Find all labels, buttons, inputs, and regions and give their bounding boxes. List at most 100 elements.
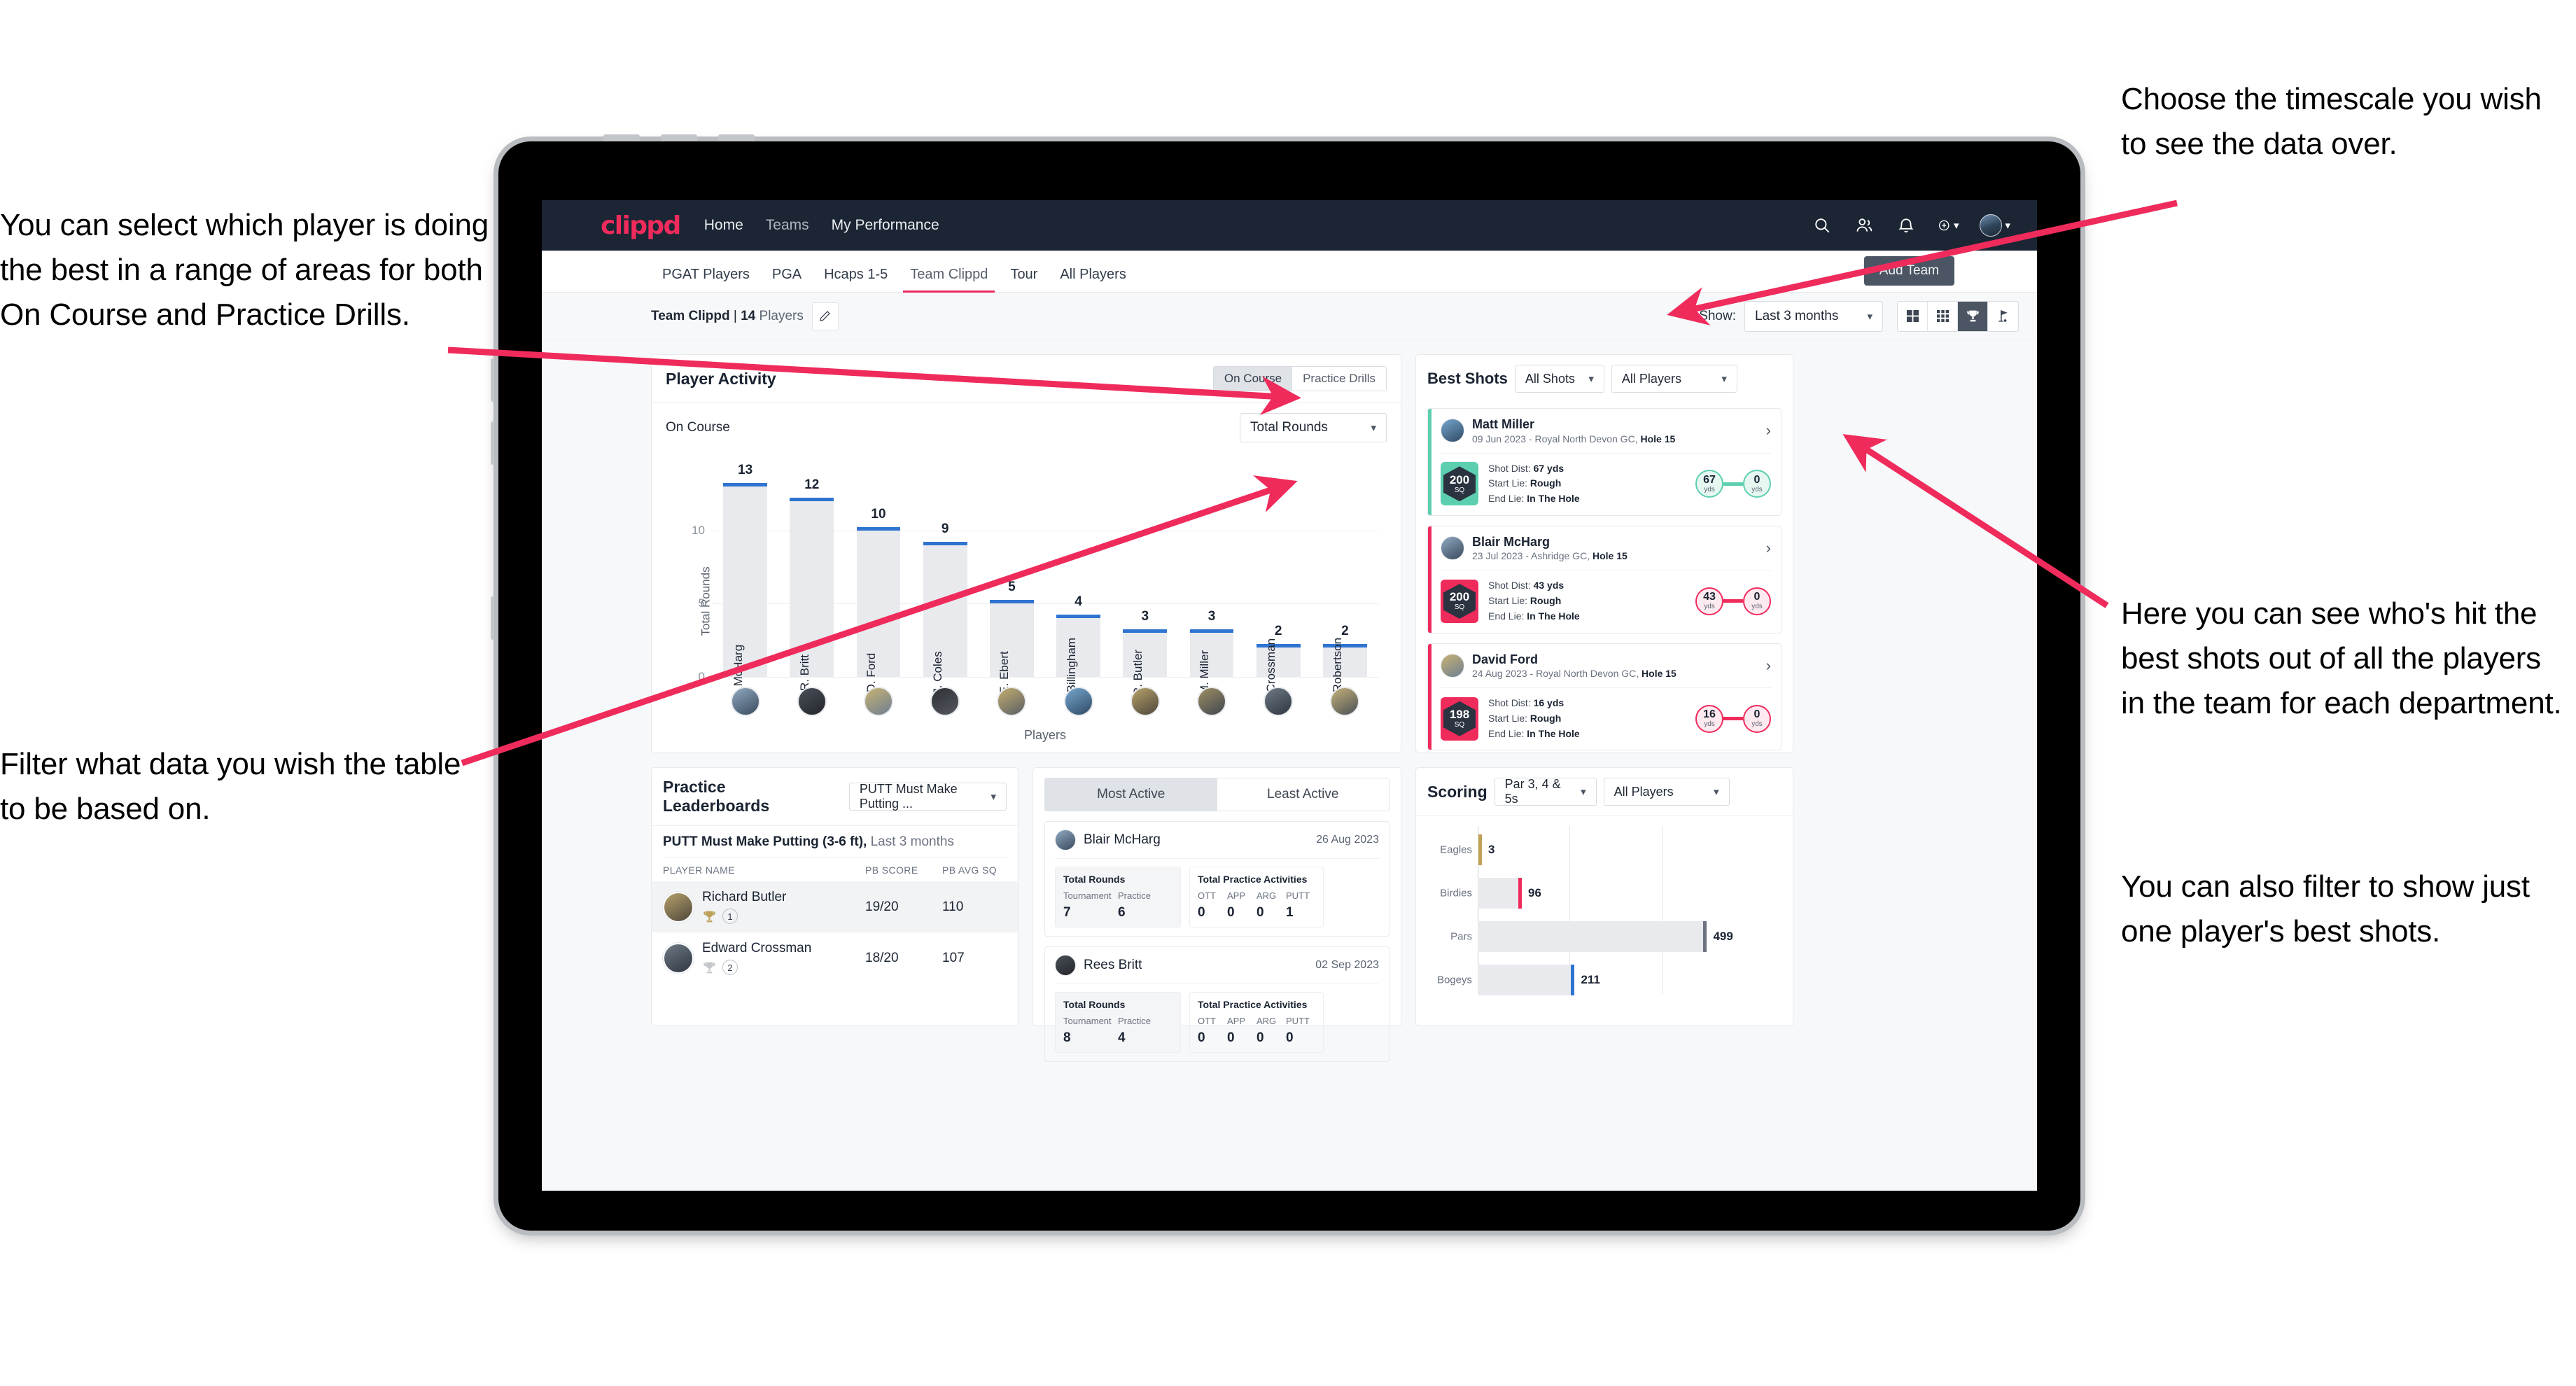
tab-tour[interactable]: Tour (999, 267, 1049, 292)
chart-bar[interactable]: 9 J. Coles (923, 522, 967, 694)
activity-card: Most Active Least Active Blair McHarg 26 … (1032, 767, 1401, 1062)
bar-cap (1123, 629, 1168, 634)
tab-pga[interactable]: PGA (761, 267, 813, 292)
plus-circle-icon[interactable]: ▾ (1938, 215, 1959, 236)
activity-player-name: Rees Britt (1084, 958, 1142, 972)
chart-bar[interactable]: 5 E. Ebert (989, 580, 1034, 694)
view-toggle-grid-large[interactable] (1898, 301, 1928, 331)
best-shot-card[interactable]: David Ford 24 Aug 2023 - Royal North Devo… (1427, 643, 1782, 751)
shot-quality-badge: 198 SQ (1441, 696, 1478, 741)
leaderboard-column-headers: PLAYER NAME PB SCORE PB AVG SQ (652, 858, 1018, 881)
practice-value: 0 (1286, 1030, 1294, 1045)
player-activity-chart: Total Rounds 0 5 10 13 B. McHarg 12 R. Britt 10… (667, 449, 1385, 752)
tab-team-clippd[interactable]: Team Clippd (899, 267, 999, 293)
clippd-logo[interactable]: clippd (601, 211, 681, 240)
player-avatar[interactable] (1130, 687, 1160, 716)
table-row[interactable]: Richard Butler 1 19/20 110 (652, 881, 1018, 932)
timescale-select[interactable]: Last 3 months ▾ (1744, 300, 1883, 332)
search-icon[interactable] (1812, 215, 1833, 236)
practice-value: 0 (1227, 905, 1235, 920)
nav-link-my-performance[interactable]: My Performance (832, 217, 939, 234)
view-toggle-flag[interactable] (1988, 301, 2018, 331)
bar-value-label: 5 (1008, 580, 1016, 595)
bar-cap (1256, 644, 1301, 648)
people-icon[interactable] (1854, 215, 1875, 236)
shot-player-name: Blair McHarg (1472, 534, 1550, 549)
player-avatar[interactable] (1264, 687, 1294, 716)
rounds-header: Practice (1118, 890, 1151, 901)
best-shot-card[interactable]: Blair McHarg 23 Jul 2023 - Ashridge GC, H… (1427, 525, 1782, 634)
drill-subtitle-name: PUTT Must Make Putting (3-6 ft), (663, 834, 867, 849)
team-label: Team Clippd | 14 Players (651, 309, 804, 324)
tab-hcaps-1-5[interactable]: Hcaps 1-5 (813, 267, 899, 292)
scoring-par-filter[interactable]: Par 3, 4 & 5s ▾ (1494, 777, 1597, 806)
chevron-right-icon[interactable]: › (1766, 657, 1771, 675)
toggle-on-course[interactable]: On Course (1213, 367, 1293, 391)
view-toggle-grid-small[interactable] (1928, 301, 1958, 331)
practice-header: ARG (1256, 890, 1277, 901)
device-button-side-2 (491, 421, 494, 465)
drill-select[interactable]: PUTT Must Make Putting ... ▾ (848, 782, 1007, 811)
annotation-best-shots: Here you can see who's hit the best shot… (2121, 596, 2562, 720)
toggle-practice-drills[interactable]: Practice Drills (1292, 367, 1386, 391)
activity-entry-card[interactable]: Blair McHarg 26 Aug 2023 Total Rounds Tourn… (1044, 821, 1390, 937)
shot-meta: 24 Aug 2023 - Royal North Devon GC, Hole… (1472, 668, 1676, 679)
tab-pgat-players[interactable]: PGAT Players (651, 267, 761, 292)
player-avatar[interactable] (997, 687, 1027, 716)
edit-team-button[interactable] (811, 302, 839, 330)
chart-y-tick: 0 (698, 670, 705, 683)
chart-bar[interactable]: 12 R. Britt (790, 477, 834, 691)
chart-bar[interactable]: 4 D. Billingham (1056, 594, 1100, 708)
player-avatar[interactable] (730, 687, 760, 716)
tab-least-active[interactable]: Least Active (1217, 778, 1389, 811)
bell-icon[interactable] (1896, 215, 1917, 236)
chart-bar[interactable]: 10 D. Ford (856, 507, 901, 692)
add-team-button[interactable]: Add Team (1863, 256, 1954, 286)
scoring-bar[interactable]: 499 (1478, 921, 1733, 952)
chevron-down-icon: ▾ (1953, 220, 1959, 232)
rounds-value: 4 (1118, 1030, 1126, 1045)
timescale-value: Last 3 months (1755, 308, 1839, 323)
device-button-side-1 (491, 358, 494, 402)
team-name: Team Clippd (651, 308, 730, 323)
chart-bar[interactable]: 13 B. McHarg (723, 463, 767, 701)
best-shots-shot-filter[interactable]: All Shots ▾ (1514, 365, 1604, 393)
nav-link-home[interactable]: Home (704, 217, 743, 234)
player-avatar[interactable] (864, 687, 893, 716)
practice-header: APP (1227, 890, 1246, 901)
chart-bar[interactable]: 2 E. Crossman (1256, 624, 1301, 707)
scoring-bar[interactable]: 211 (1478, 965, 1600, 995)
shot-distance-diagram: 16 yds 0 yds (1695, 704, 1771, 733)
chart-controls: On Course Total Rounds ▾ (652, 403, 1401, 442)
chart-bar[interactable]: 3 R. Butler (1123, 609, 1168, 696)
chevron-right-icon[interactable]: › (1766, 421, 1771, 440)
player-avatar[interactable] (1063, 687, 1093, 716)
nav-link-teams[interactable]: Teams (766, 217, 809, 234)
player-avatar[interactable] (1197, 687, 1226, 716)
chevron-right-icon[interactable]: › (1766, 539, 1771, 557)
top-navigation-bar: clippd Home Teams My Performance ▾ ▾ (542, 200, 2037, 251)
scoring-bar[interactable]: 96 (1478, 878, 1541, 909)
tab-most-active[interactable]: Most Active (1045, 778, 1217, 811)
player-avatar[interactable] (1330, 687, 1360, 716)
table-row[interactable]: Edward Crossman 2 18/20 107 (652, 932, 1018, 983)
shot-start-lie: Start Lie: Rough (1488, 477, 1562, 489)
best-shots-player-filter[interactable]: All Players ▾ (1611, 365, 1737, 393)
shot-details: Shot Dist: 67 yds Start Lie: Rough End Lie… (1488, 461, 1580, 507)
view-toggle-trophy[interactable] (1958, 301, 1988, 331)
activity-entry-card[interactable]: Rees Britt 02 Sep 2023 Total Rounds Tournam… (1044, 946, 1390, 1062)
scoring-bar[interactable]: 3 (1478, 834, 1494, 865)
player-avatar[interactable] (930, 687, 960, 716)
avatar[interactable]: ▾ (1980, 214, 2010, 237)
metric-select[interactable]: Total Rounds ▾ (1240, 413, 1387, 442)
player-avatar[interactable] (797, 687, 827, 716)
tab-all-players[interactable]: All Players (1049, 267, 1137, 292)
scoring-bar-tip (1478, 834, 1482, 865)
leaderboard-pb-score: 19/20 (865, 899, 899, 914)
chart-bar[interactable]: 2 C. Robertson (1322, 624, 1367, 708)
best-shot-card[interactable]: Matt Miller 09 Jun 2023 - Royal North Dev… (1427, 408, 1782, 516)
chart-bar[interactable]: 3 M. Miller (1189, 609, 1234, 695)
total-rounds-box: Total Rounds Tournament Practice 8 4 (1055, 992, 1181, 1053)
player-activity-header: Player Activity On Course Practice Drill… (652, 355, 1401, 402)
scoring-player-filter[interactable]: All Players ▾ (1603, 778, 1730, 806)
